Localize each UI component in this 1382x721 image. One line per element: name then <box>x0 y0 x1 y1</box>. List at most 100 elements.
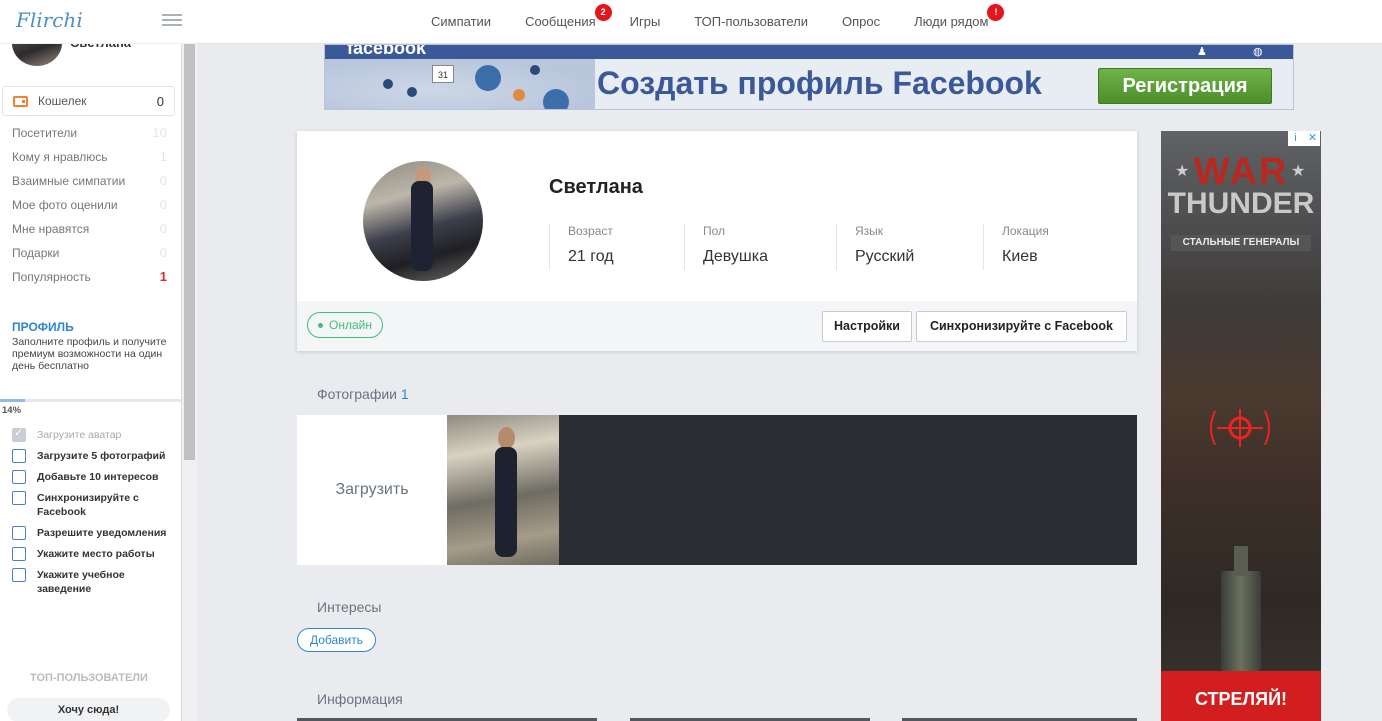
ad-cta[interactable]: СТРЕЛЯЙ! <box>1161 671 1321 721</box>
wallet-label: Кошелек <box>38 94 87 108</box>
ad-choices[interactable]: i ✕ <box>1288 131 1320 146</box>
checkbox[interactable] <box>12 547 26 561</box>
nav-likes[interactable]: Симпатии <box>431 14 491 29</box>
nav-label: Игры <box>629 14 661 29</box>
world-map-graphic: 31 <box>325 59 595 109</box>
task-list: Загрузите аватар Загрузите 5 фотографий … <box>12 426 172 603</box>
top-users-title: ТОП-ПОЛЬЗОВАТЕЛИ <box>30 672 148 684</box>
checkbox[interactable] <box>12 568 26 582</box>
field-label: Возраст <box>568 224 613 238</box>
checkbox[interactable] <box>12 449 26 463</box>
stat-popularity[interactable]: Популярность 1 <box>12 269 167 293</box>
task-sync-facebook[interactable]: Синхронизируйте с Facebook <box>12 491 172 519</box>
nav-poll[interactable]: Опрос <box>842 14 880 29</box>
field-language: Язык Русский <box>836 224 983 270</box>
top-nav: Симпатии Сообщения 2 Игры ТОП-пользовател… <box>197 0 1382 44</box>
stat-label: Взаимные симпатии <box>12 174 126 188</box>
online-dot-icon <box>318 323 323 329</box>
task-allow-notifications[interactable]: Разрешите уведомления <box>12 526 172 540</box>
stat-visitors[interactable]: Посетители 10 <box>12 125 167 149</box>
stat-count: 1 <box>159 269 167 284</box>
globe-icon: ◍ <box>1253 46 1263 58</box>
profile-card: Светлана Возраст 21 год Пол Девушка Язык Ру… <box>297 131 1137 351</box>
nav-people-nearby[interactable]: Люди рядом! <box>914 4 1005 29</box>
info-icon[interactable]: i <box>1288 131 1303 146</box>
stat-label: Мое фото оценили <box>12 198 118 212</box>
stat-count: 0 <box>159 173 167 188</box>
profile-progress-bar <box>0 399 181 402</box>
sidebar: Светлана Кошелек 0 Посетители10 Кому я н… <box>0 0 182 721</box>
stat-photo-rated[interactable]: Мое фото оценили 0 <box>12 197 167 221</box>
upload-photo-button[interactable]: Загрузить <box>297 415 447 565</box>
progress-fill <box>0 399 26 402</box>
stat-i-like[interactable]: Мне нравятся 0 <box>12 221 167 245</box>
stat-label: Кому я нравлюсь <box>12 150 108 164</box>
profile-name: Светлана <box>549 176 643 198</box>
photos-strip: Загрузить <box>297 415 1137 565</box>
task-label: Разрешите уведомления <box>37 527 167 539</box>
task-label: Синхронизируйте с Facebook <box>37 492 139 518</box>
stat-label: Посетители <box>12 126 78 140</box>
facebook-headline: Создать профиль Facebook <box>597 65 1042 101</box>
profile-promo-text: Заполните профиль и получите премиум воз… <box>12 336 167 372</box>
stat-count: 0 <box>159 197 167 212</box>
sync-facebook-button[interactable]: Синхронизируйте с Facebook <box>916 311 1127 342</box>
settings-button[interactable]: Настройки <box>822 311 912 342</box>
field-value: Киев <box>1002 248 1038 265</box>
menu-icon[interactable] <box>162 14 182 28</box>
scrollbar-thumb[interactable] <box>184 0 195 460</box>
nav-games[interactable]: Игры <box>630 14 661 29</box>
nav-label: Опрос <box>841 14 881 29</box>
profile-fields: Возраст 21 год Пол Девушка Язык Русский Лок… <box>549 224 1113 270</box>
checkbox[interactable] <box>12 491 26 505</box>
stats-list: Посетители 10 Кому я нравлюсь 1 Взаимные с… <box>12 125 167 293</box>
task-education[interactable]: Укажите учебное заведение <box>12 568 172 596</box>
field-label: Пол <box>703 224 726 238</box>
sidebar-scrollbar[interactable] <box>181 0 197 721</box>
section-label: Фотографии <box>317 386 398 402</box>
stat-count: 0 <box>159 245 167 260</box>
task-label: Загрузите 5 фотографий <box>37 450 166 462</box>
task-label: Укажите учебное заведение <box>37 569 125 595</box>
close-icon[interactable]: ✕ <box>1305 131 1320 146</box>
profile-avatar[interactable] <box>363 161 483 281</box>
nav-label: Люди рядом <box>914 14 989 29</box>
want-here-button[interactable]: Хочу сюда! <box>7 698 170 721</box>
wallet-icon <box>13 95 28 107</box>
tank-graphic <box>1221 546 1261 671</box>
stat-mutual[interactable]: Взаимные симпатии 0 <box>12 173 167 197</box>
messages-badge: 2 <box>594 4 612 21</box>
field-value: Русский <box>855 248 915 265</box>
task-add-interests[interactable]: Добавьте 10 интересов <box>12 470 172 484</box>
wallet-count: 0 <box>156 93 164 109</box>
war-thunder-ad[interactable]: ★ ★ WAR THUNDER СТАЛЬНЫЕ ГЕНЕРАЛЫ СТРЕЛЯ… <box>1161 131 1321 721</box>
add-interest-button[interactable]: Добавить <box>297 628 376 652</box>
info-title: Информация <box>317 691 403 707</box>
facebook-register-button[interactable]: Регистрация <box>1098 68 1272 104</box>
wallet-button[interactable]: Кошелек 0 <box>2 86 175 116</box>
stat-label: Мне нравятся <box>12 222 90 236</box>
photo-thumbnail[interactable] <box>447 415 559 565</box>
stat-gifts[interactable]: Подарки 0 <box>12 245 167 269</box>
checkbox[interactable] <box>12 426 26 442</box>
field-gender: Пол Девушка <box>684 224 836 270</box>
ad-subtitle: СТАЛЬНЫЕ ГЕНЕРАЛЫ <box>1171 235 1311 251</box>
profile-promo: ПРОФИЛЬ Заполните профиль и получите пре… <box>12 320 172 372</box>
profile-promo-title[interactable]: ПРОФИЛЬ <box>12 320 172 334</box>
stat-count: 10 <box>152 125 167 140</box>
facebook-banner[interactable]: facebook ♟ ◍ 31 Создать профиль Facebook… <box>324 44 1294 110</box>
photos-title[interactable]: Фотографии 1 <box>317 386 409 402</box>
nav-top-users[interactable]: ТОП-пользователи <box>694 14 808 29</box>
nav-messages[interactable]: Сообщения 2 <box>525 4 612 29</box>
task-upload-photos[interactable]: Загрузите 5 фотографий <box>12 449 172 463</box>
logo[interactable]: Flirchi <box>16 8 83 32</box>
field-location: Локация Киев <box>983 224 1113 270</box>
checkbox[interactable] <box>12 470 26 484</box>
task-label: Укажите место работы <box>37 548 155 560</box>
checkbox[interactable] <box>12 526 26 540</box>
task-upload-avatar[interactable]: Загрузите аватар <box>12 426 172 442</box>
task-workplace[interactable]: Укажите место работы <box>12 547 172 561</box>
facebook-strip: facebook ♟ ◍ <box>325 45 1293 59</box>
stat-who-likes-me[interactable]: Кому я нравлюсь 1 <box>12 149 167 173</box>
progress-percent: 14% <box>2 405 22 416</box>
